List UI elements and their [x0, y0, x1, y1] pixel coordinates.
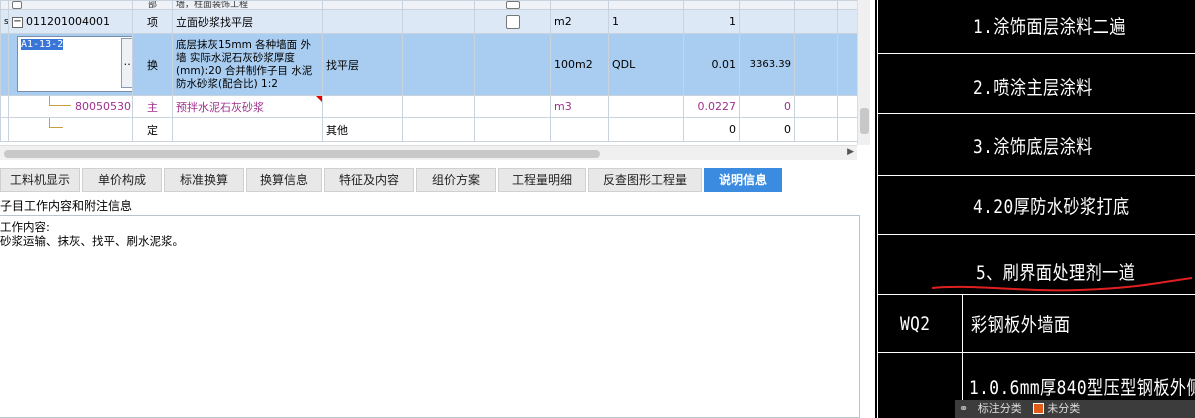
vertical-scroll-thumb[interactable] [860, 108, 869, 134]
tree-connector [49, 96, 71, 106]
cad-row-line [877, 53, 1195, 54]
material-name: 预拌水泥石灰砂浆 [176, 100, 264, 114]
tab-quantity-detail[interactable]: 工程量明细 [498, 168, 586, 192]
table-row-material[interactable]: 80050530 主 预拌水泥石灰砂浆 m3 0.0227 0 [0, 95, 858, 118]
cad-wall-layer-item: 1.0.6mm厚840型压型钢板外侧 [969, 377, 1195, 399]
other-qty: 0 [683, 117, 740, 142]
quota-feature: 找平层 [322, 33, 403, 96]
tab-description-info[interactable]: 说明信息 [704, 168, 782, 192]
cad-red-underline [931, 277, 1193, 292]
table-row-bill-item[interactable]: s −011201004001 项 立面砂浆找平层 m2 1 1 [0, 9, 858, 34]
bill-code: 011201004001 [26, 15, 110, 28]
description-line-2: 砂浆运输、抹灰、找平、刷水泥浆。 [0, 234, 184, 248]
bill-name: 立面砂浆找平层 [172, 9, 323, 34]
bill-qty: 1 [683, 9, 740, 34]
cad-row-line [877, 113, 1195, 114]
horizontal-scroll-thumb[interactable] [4, 150, 600, 158]
tab-features-content[interactable]: 特征及内容 [324, 168, 414, 192]
quota-qty: 0.01 [683, 33, 740, 96]
header-checkbox-2[interactable] [505, 1, 520, 9]
comment-marker [316, 96, 322, 102]
description-section-label: 子目工作内容和附注信息 [0, 199, 133, 213]
link-icon[interactable]: ⚭ [959, 402, 968, 415]
material-unit: m3 [550, 95, 609, 118]
scroll-right-arrow-icon[interactable]: ▶ [847, 147, 854, 157]
cad-layer-item: 1.涂饰面层涂料二遍 [973, 16, 1126, 38]
quota-code-input[interactable]: A1-13-2 [17, 36, 132, 92]
vertical-scrollbar[interactable] [857, 0, 870, 145]
tab-conversion-info[interactable]: 换算信息 [246, 168, 322, 192]
quota-unit: 100m2 [550, 33, 609, 96]
quota-lookup-button[interactable]: … [121, 38, 132, 88]
cad-row-line [877, 234, 1195, 235]
quota-type: 换 [132, 33, 173, 96]
other-type: 定 [132, 117, 173, 142]
material-price: 0 [739, 95, 795, 118]
description-line-1: 工作内容: [0, 220, 50, 234]
cad-row-line [877, 175, 1195, 176]
cad-row-line [877, 352, 1195, 353]
material-type: 主 [132, 95, 173, 118]
quota-editor-panel: 部 墙，柱面装饰工程 s −011201004001 项 立面砂浆找平层 m2 … [0, 0, 870, 418]
material-code: 80050530 [75, 100, 131, 113]
detail-tabs: 工料机显示 单价构成 标准换算 换算信息 特征及内容 组价方案 工程量明细 反查… [0, 166, 870, 192]
category-color-icon [1033, 403, 1045, 414]
cad-drawing-view[interactable]: 1.涂饰面层涂料二遍 2.喷涂主层涂料 3.涂饰底层涂料 4.20厚防水砂浆打底… [875, 0, 1195, 418]
cad-layer-item: 2.喷涂主层涂料 [973, 77, 1093, 99]
horizontal-scrollbar[interactable]: ▶ [0, 145, 857, 160]
cad-wall-description: 彩钢板外墙面 [971, 314, 1071, 336]
other-feature: 其他 [322, 117, 403, 142]
bill-checkbox[interactable] [505, 14, 520, 29]
table-row-quota-selected[interactable]: A1-13-2 … 换 底层抹灰15mm 各种墙面 外墙 实际水泥石灰砂浆厚度(… [0, 33, 858, 96]
header-checkbox[interactable] [12, 1, 22, 9]
cad-border-line [877, 0, 878, 418]
material-qty: 0.0227 [683, 95, 740, 118]
bill-type: 项 [132, 9, 173, 34]
annotation-status-bar[interactable]: ⚭ 标注分类 未分类 [955, 400, 1195, 418]
annotation-category-label: 标注分类 [977, 402, 1022, 415]
quota-name: 底层抹灰15mm 各种墙面 外墙 实际水泥石灰砂浆厚度(mm):20 合并制作子… [172, 33, 323, 96]
cad-layer-item: 3.涂饰底层涂料 [973, 136, 1093, 158]
tab-material-display[interactable]: 工料机显示 [0, 168, 80, 192]
tree-connector [49, 118, 63, 128]
tab-unit-price[interactable]: 单价构成 [82, 168, 162, 192]
quota-exp: QDL [608, 33, 684, 96]
bill-exp: 1 [608, 9, 684, 34]
tab-pricing-scheme[interactable]: 组价方案 [416, 168, 496, 192]
table-row-other[interactable]: 定 其他 0 0 [0, 117, 858, 142]
tab-reverse-lookup[interactable]: 反查图形工程量 [588, 168, 702, 192]
header-cell-name: 墙，柱面装饰工程 [172, 0, 323, 10]
bill-unit: m2 [550, 9, 609, 34]
quota-price: 3363.39 [739, 33, 795, 96]
cad-wall-code: WQ2 [900, 313, 931, 335]
quota-grid: 部 墙，柱面装饰工程 s −011201004001 项 立面砂浆找平层 m2 … [0, 0, 858, 142]
tab-standard-conversion[interactable]: 标准换算 [164, 168, 244, 192]
header-cell-type: 部 [132, 0, 173, 10]
annotation-category-value[interactable]: 未分类 [1047, 402, 1080, 415]
cad-layer-item: 4.20厚防水砂浆打底 [973, 196, 1130, 218]
other-price: 0 [739, 117, 795, 142]
grid-header-row: 部 墙，柱面装饰工程 [0, 0, 858, 10]
description-textarea[interactable]: 工作内容: 砂浆运输、抹灰、找平、刷水泥浆。 [0, 215, 860, 418]
tree-collapse-icon[interactable]: − [12, 16, 23, 28]
